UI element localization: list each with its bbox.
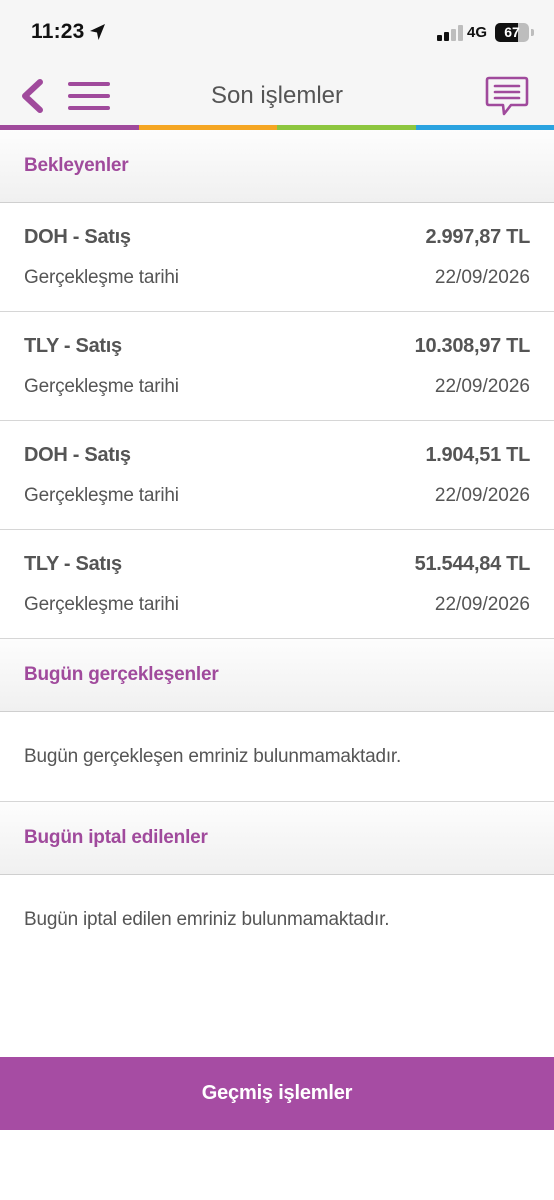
section-title: Bekleyenler [24, 155, 129, 176]
order-date: 22/09/2026 [434, 485, 530, 506]
order-date-label: Gerçekleşme tarihi [24, 267, 179, 288]
history-button[interactable]: Geçmiş işlemler [0, 1057, 554, 1130]
order-date: 22/09/2026 [434, 594, 530, 615]
order-row[interactable]: TLY - Satış 51.544,84 TL Gerçekleşme tar… [0, 530, 554, 639]
order-title: DOH - Satış [24, 226, 131, 248]
orders-content: Bekleyenler DOH - Satış 2.997,87 TL Gerç… [0, 130, 554, 965]
order-amount: 51.544,84 TL [414, 553, 531, 575]
battery-percentage: 67 [504, 24, 520, 40]
chat-bubble-icon [485, 76, 529, 116]
section-header-cancelled-today: Bugün iptal edilenler [0, 802, 554, 875]
status-bar: 11:23 4G 67 [0, 0, 554, 66]
order-date: 22/09/2026 [434, 267, 530, 288]
order-amount: 2.997,87 TL [425, 226, 530, 248]
empty-message-completed: Bugün gerçekleşen emriniz bulunmamaktadı… [0, 712, 554, 802]
section-header-pending: Bekleyenler [0, 130, 554, 203]
status-time: 11:23 [31, 20, 85, 43]
chat-button[interactable] [484, 75, 530, 119]
nav-bar: Son işlemler [0, 66, 554, 126]
network-type: 4G [467, 24, 488, 41]
battery-icon: 67 [495, 23, 529, 42]
cellular-signal-icon [437, 25, 463, 41]
section-title: Bugün gerçekleşenler [24, 664, 219, 685]
order-date: 22/09/2026 [434, 376, 530, 397]
order-row[interactable]: DOH - Satış 1.904,51 TL Gerçekleşme tari… [0, 421, 554, 530]
order-title: TLY - Satış [24, 335, 122, 357]
order-title: TLY - Satış [24, 553, 122, 575]
order-amount: 10.308,97 TL [414, 335, 531, 357]
battery-cap [531, 29, 534, 36]
order-amount: 1.904,51 TL [425, 444, 530, 466]
location-arrow-icon [90, 24, 105, 40]
page-title: Son işlemler [210, 82, 344, 109]
section-header-completed-today: Bugün gerçekleşenler [0, 639, 554, 712]
order-date-label: Gerçekleşme tarihi [24, 485, 179, 506]
section-title: Bugün iptal edilenler [24, 827, 208, 848]
order-row[interactable]: TLY - Satış 10.308,97 TL Gerçekleşme tar… [0, 312, 554, 421]
order-title: DOH - Satış [24, 444, 131, 466]
empty-message-cancelled: Bugün iptal edilen emriniz bulunmamaktad… [24, 909, 390, 930]
order-date-label: Gerçekleşme tarihi [24, 594, 179, 615]
order-date-label: Gerçekleşme tarihi [24, 376, 179, 397]
order-row[interactable]: DOH - Satış 2.997,87 TL Gerçekleşme tari… [0, 203, 554, 312]
